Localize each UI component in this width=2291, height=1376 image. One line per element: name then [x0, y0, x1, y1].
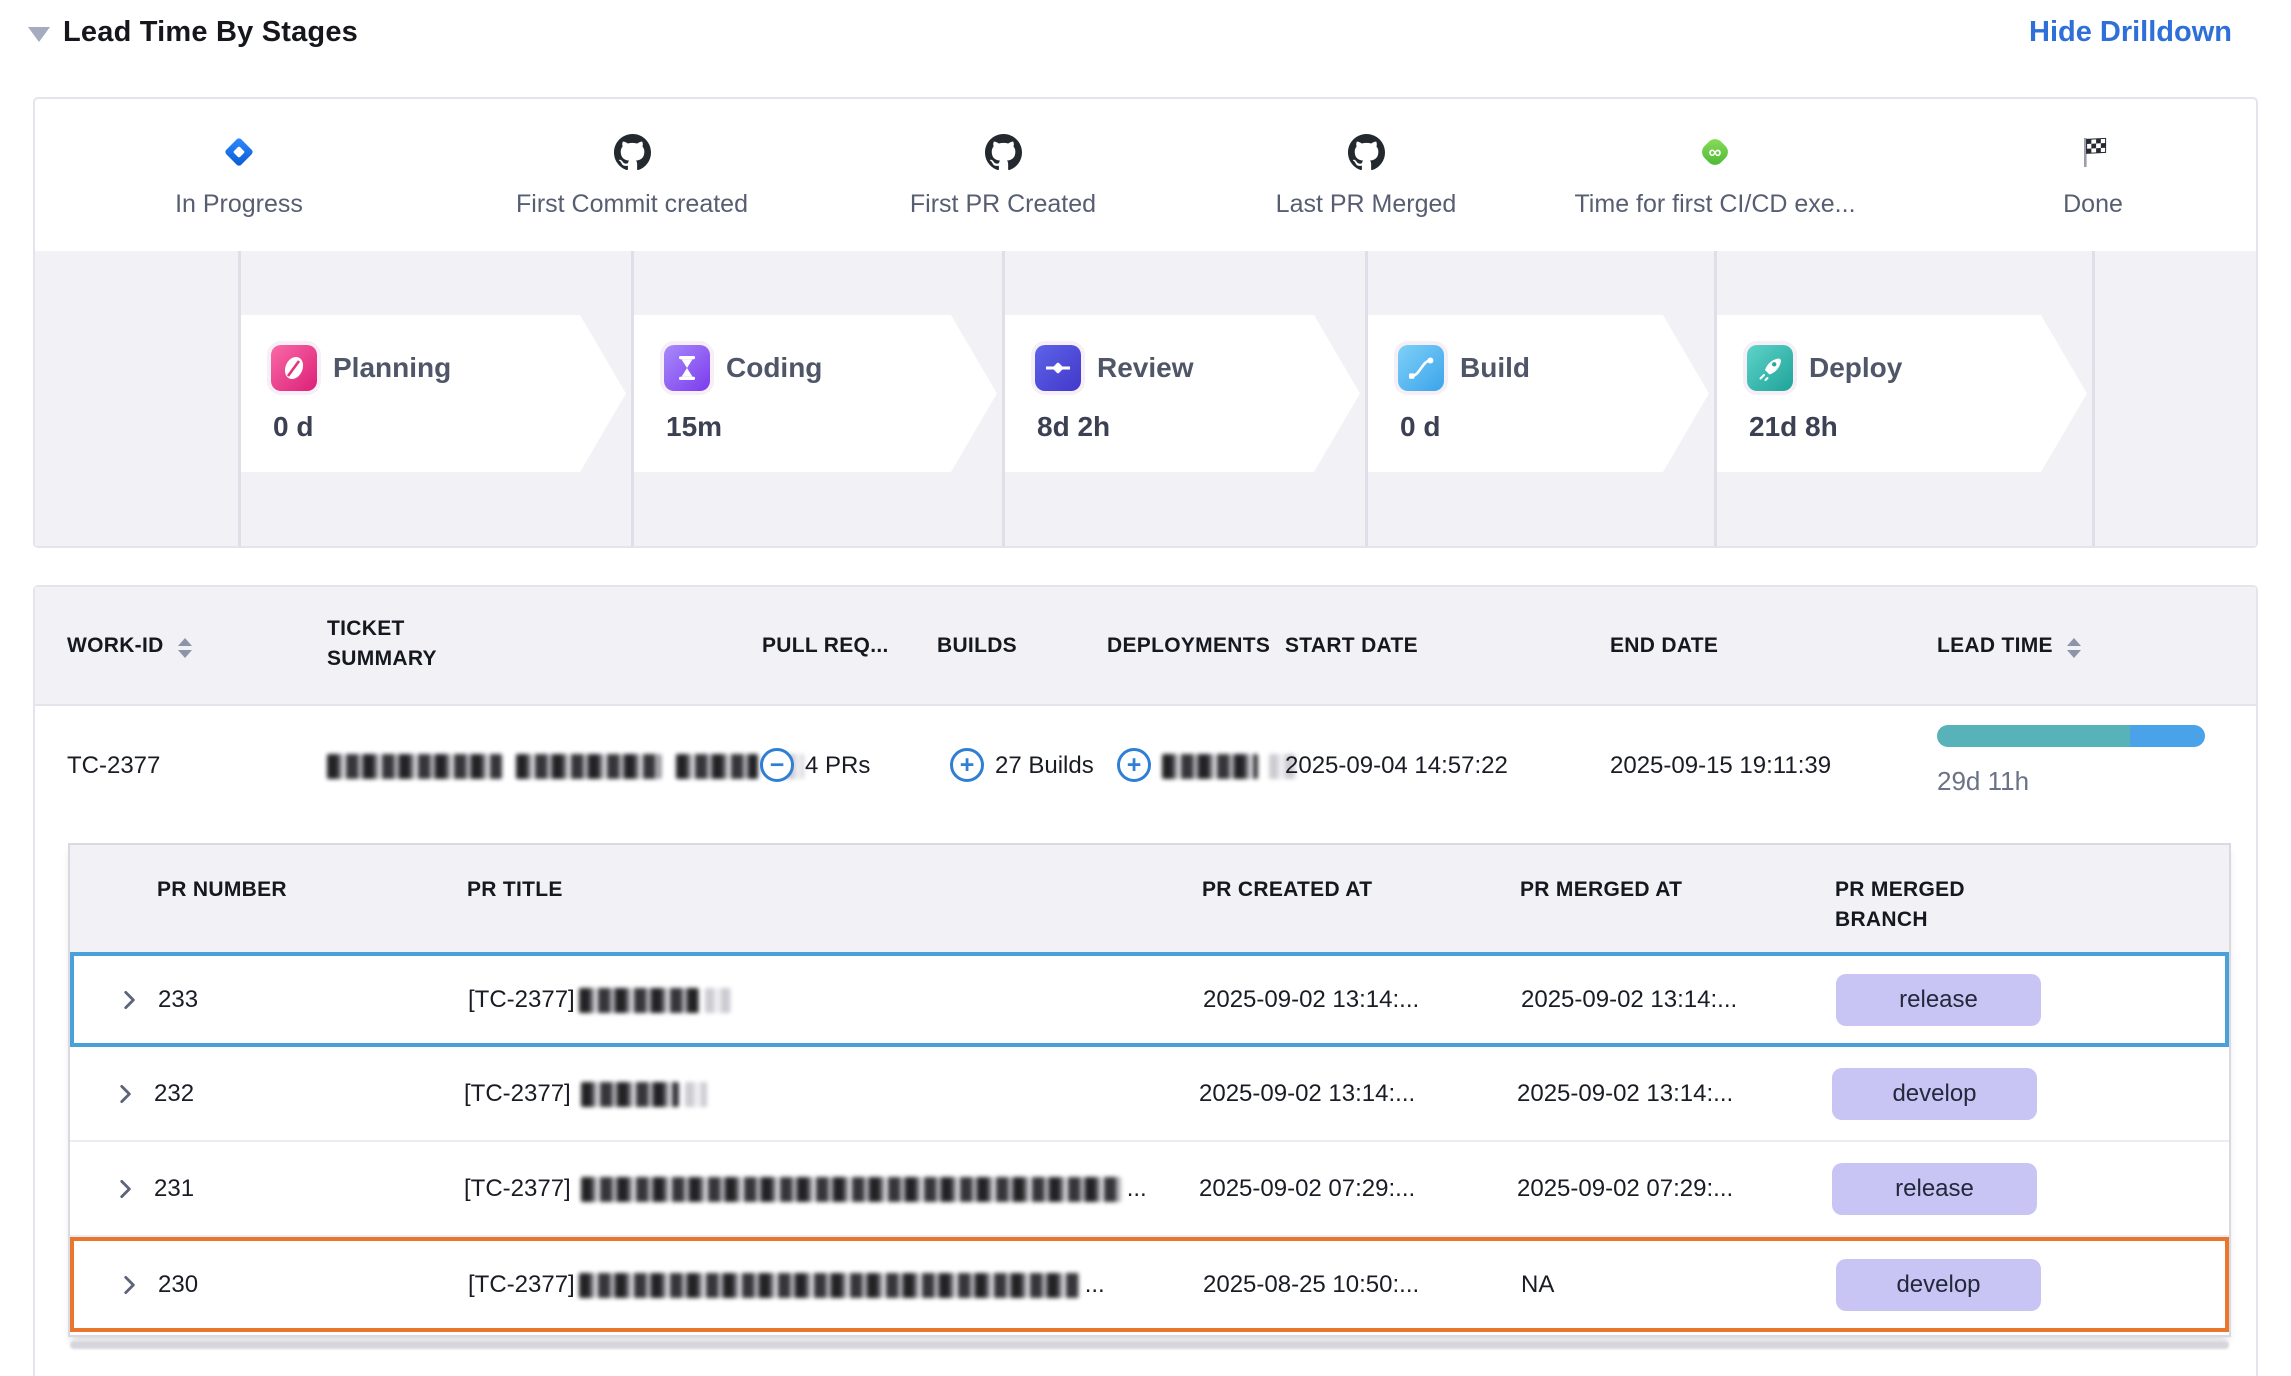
pr-number: 231 [154, 1175, 194, 1203]
lead-time-bar [1937, 725, 2205, 747]
jira-status-icon [59, 132, 419, 172]
pr-table-header: PR NUMBER PR TITLE PR CREATED AT PR MERG… [70, 845, 2229, 952]
pr-title: [TC-2377]... [464, 1175, 1147, 1203]
stage-coding: Coding 15m [634, 315, 997, 472]
column-lead-time: LEAD TIME [1937, 631, 2081, 661]
pr-merged-at: 2025-09-02 13:14:... [1521, 986, 1737, 1014]
github-icon [823, 132, 1183, 172]
deployments-redacted [1162, 754, 1297, 779]
stage-divider [1714, 251, 1717, 546]
horizontal-scrollbar[interactable] [70, 1341, 2229, 1349]
column-pr-created-at: PR CREATED AT [1202, 875, 1372, 905]
expand-row-icon[interactable] [112, 1081, 138, 1107]
end-date-value: 2025-09-15 19:11:39 [1610, 752, 1831, 780]
milestone-first-commit: First Commit created [452, 132, 812, 219]
column-pull-requests: PULL REQ... [762, 631, 889, 661]
rocket-icon [1747, 345, 1793, 391]
column-end-date: END DATE [1610, 631, 1718, 661]
pipeline-card: In Progress First Commit created First P… [33, 97, 2258, 548]
stage-divider [631, 251, 634, 546]
stage-divider [1365, 251, 1368, 546]
pr-created-at: 2025-09-02 13:14:... [1203, 986, 1419, 1014]
builds-count: 27 Builds [995, 752, 1094, 780]
pr-number: 232 [154, 1080, 194, 1108]
pr-created-at: 2025-08-25 10:50:... [1203, 1271, 1419, 1299]
pr-created-at: 2025-09-02 13:14:... [1199, 1080, 1415, 1108]
work-table-header: WORK-ID TICKET SUMMARY PULL REQ... BUILD… [35, 587, 2256, 706]
ticket-summary-redacted [327, 754, 804, 779]
cicd-icon: ∞ [1535, 132, 1895, 172]
commit-icon [1035, 345, 1081, 391]
branch-badge: develop [1832, 1068, 2037, 1120]
column-start-date: START DATE [1285, 631, 1418, 661]
stage-divider [2092, 251, 2095, 546]
github-icon [452, 132, 812, 172]
stage-track: Planning 0 d Coding [35, 251, 2256, 546]
milestone-in-progress: In Progress [59, 132, 419, 219]
stage-build: Build 0 d [1368, 315, 1709, 472]
column-builds: BUILDS [937, 631, 1017, 661]
column-pr-number: PR NUMBER [157, 875, 287, 905]
hide-drilldown-link[interactable]: Hide Drilldown [2029, 16, 2232, 49]
column-pr-merged-branch: PR MERGED BRANCH [1835, 875, 2000, 936]
pr-row-230[interactable]: 230 [TC-2377]... 2025-08-25 10:50:... NA… [70, 1237, 2229, 1332]
lead-time-by-stages-panel: Lead Time By Stages Hide Drilldown In Pr… [0, 0, 2291, 1376]
finish-flag-icon [1913, 132, 2273, 172]
pr-created-at: 2025-09-02 07:29:... [1199, 1175, 1415, 1203]
expand-row-icon[interactable] [116, 1272, 142, 1298]
pr-merged-at: 2025-09-02 07:29:... [1517, 1175, 1733, 1203]
expand-builds-icon[interactable]: + [950, 748, 984, 782]
collapse-prs-icon[interactable]: − [760, 748, 794, 782]
milestone-cicd: ∞ Time for first CI/CD exe... [1535, 132, 1895, 219]
pr-row-233[interactable]: 233 [TC-2377] 2025-09-02 13:14:... 2025-… [70, 952, 2229, 1047]
milestone-last-pr-merged: Last PR Merged [1186, 132, 1546, 219]
expand-row-icon[interactable] [116, 987, 142, 1013]
expand-row-icon[interactable] [112, 1176, 138, 1202]
stage-divider [238, 251, 241, 546]
column-pr-merged-at: PR MERGED AT [1520, 875, 1682, 905]
svg-text:∞: ∞ [1709, 142, 1722, 162]
pr-table: PR NUMBER PR TITLE PR CREATED AT PR MERG… [68, 843, 2231, 1337]
stage-divider [1002, 251, 1005, 546]
github-icon [1186, 132, 1546, 172]
stage-review: Review 8d 2h [1005, 315, 1360, 472]
pr-row-231[interactable]: 231 [TC-2377]... 2025-09-02 07:29:... 20… [70, 1142, 2229, 1237]
page-title: Lead Time By Stages [63, 16, 358, 49]
work-id-value: TC-2377 [67, 752, 160, 780]
column-deployments: DEPLOYMENTS [1107, 631, 1270, 661]
pr-number: 230 [158, 1271, 198, 1299]
expand-deployments-icon[interactable]: + [1117, 748, 1151, 782]
branch-badge: release [1836, 974, 2041, 1026]
planning-icon [271, 345, 317, 391]
branch-badge: release [1832, 1163, 2037, 1215]
pr-merged-at: NA [1521, 1271, 1554, 1299]
milestone-first-pr: First PR Created [823, 132, 1183, 219]
sort-icon[interactable] [178, 638, 192, 658]
start-date-value: 2025-09-04 14:57:22 [1285, 752, 1508, 780]
sort-icon[interactable] [2067, 638, 2081, 658]
column-ticket-summary: TICKET SUMMARY [327, 614, 502, 675]
pull-requests-count: 4 PRs [805, 752, 870, 780]
pr-title: [TC-2377] [468, 986, 731, 1014]
lead-time-value: 29d 11h [1937, 766, 2029, 797]
hourglass-icon [664, 345, 710, 391]
stage-planning: Planning 0 d [241, 315, 626, 472]
column-pr-title: PR TITLE [467, 875, 563, 905]
collapse-triangle-icon[interactable] [28, 27, 50, 42]
pr-merged-at: 2025-09-02 13:14:... [1517, 1080, 1733, 1108]
work-item-row[interactable]: TC-2377 − 4 PRs + 27 Builds + 2025-09-04… [35, 704, 2256, 832]
pr-number: 233 [158, 986, 198, 1014]
column-work-id: WORK-ID [67, 631, 192, 661]
lead-time-bar-blue [2130, 725, 2205, 747]
pr-title: [TC-2377] [464, 1080, 707, 1108]
lead-time-bar-teal [1937, 725, 2130, 747]
milestone-done: Done [1913, 132, 2273, 219]
pr-title: [TC-2377]... [468, 1271, 1105, 1299]
branch-badge: develop [1836, 1259, 2041, 1311]
pr-row-232[interactable]: 232 [TC-2377] 2025-09-02 13:14:... 2025-… [70, 1047, 2229, 1142]
bezier-icon [1398, 345, 1444, 391]
stage-deploy: Deploy 21d 8h [1717, 315, 2087, 472]
